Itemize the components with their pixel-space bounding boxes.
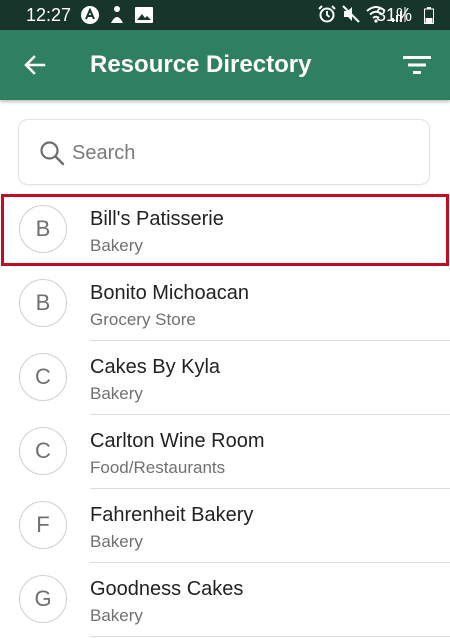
avatar: F — [19, 501, 67, 549]
search-box[interactable] — [18, 119, 430, 185]
back-button[interactable] — [18, 48, 52, 82]
back-arrow-icon — [24, 55, 46, 75]
app-a-icon — [80, 5, 100, 30]
image-icon — [134, 5, 154, 30]
item-name: Goodness Cakes — [90, 578, 244, 600]
item-category: Food/Restaurants — [90, 458, 226, 477]
filter-button[interactable] — [398, 50, 436, 80]
list-item[interactable]: C Cakes By Kyla Bakery — [0, 341, 450, 415]
avatar: G — [19, 575, 67, 623]
item-category: Bakery — [90, 606, 143, 625]
list-item[interactable]: B Bill's Patisserie Bakery — [0, 193, 450, 267]
status-bar: 12:27 31% — [0, 0, 450, 30]
search-input[interactable] — [72, 138, 402, 168]
notification-icon — [108, 5, 126, 30]
avatar: B — [19, 205, 67, 253]
item-category: Bakery — [90, 236, 143, 255]
item-name: Bonito Michoacan — [90, 282, 249, 304]
item-category: Grocery Store — [90, 310, 196, 329]
battery-icon — [424, 7, 434, 24]
avatar: C — [19, 427, 67, 475]
status-time: 12:27 — [26, 5, 72, 25]
page-title: Resource Directory — [90, 51, 312, 78]
item-name: Carlton Wine Room — [90, 430, 265, 452]
alarm-icon — [318, 5, 336, 28]
list-item[interactable]: G Goodness Cakes Bakery — [0, 563, 450, 637]
resource-list: B Bill's Patisserie Bakery B Bonito Mich… — [0, 193, 450, 637]
item-name: Cakes By Kyla — [90, 356, 221, 378]
mute-icon — [342, 5, 360, 28]
app-bar: Resource Directory — [0, 30, 450, 100]
list-item[interactable]: F Fahrenheit Bakery Bakery — [0, 489, 450, 563]
divider — [90, 636, 450, 637]
list-item[interactable]: B Bonito Michoacan Grocery Store — [0, 267, 450, 341]
avatar: B — [19, 279, 67, 327]
item-category: Bakery — [90, 384, 143, 403]
filter-icon — [403, 56, 431, 74]
battery-percent: 31% — [376, 5, 413, 25]
search-icon — [40, 141, 65, 166]
avatar: C — [19, 353, 67, 401]
item-category: Bakery — [90, 532, 143, 551]
list-item[interactable]: C Carlton Wine Room Food/Restaurants — [0, 415, 450, 489]
item-name: Fahrenheit Bakery — [90, 504, 254, 526]
item-name: Bill's Patisserie — [90, 208, 224, 230]
